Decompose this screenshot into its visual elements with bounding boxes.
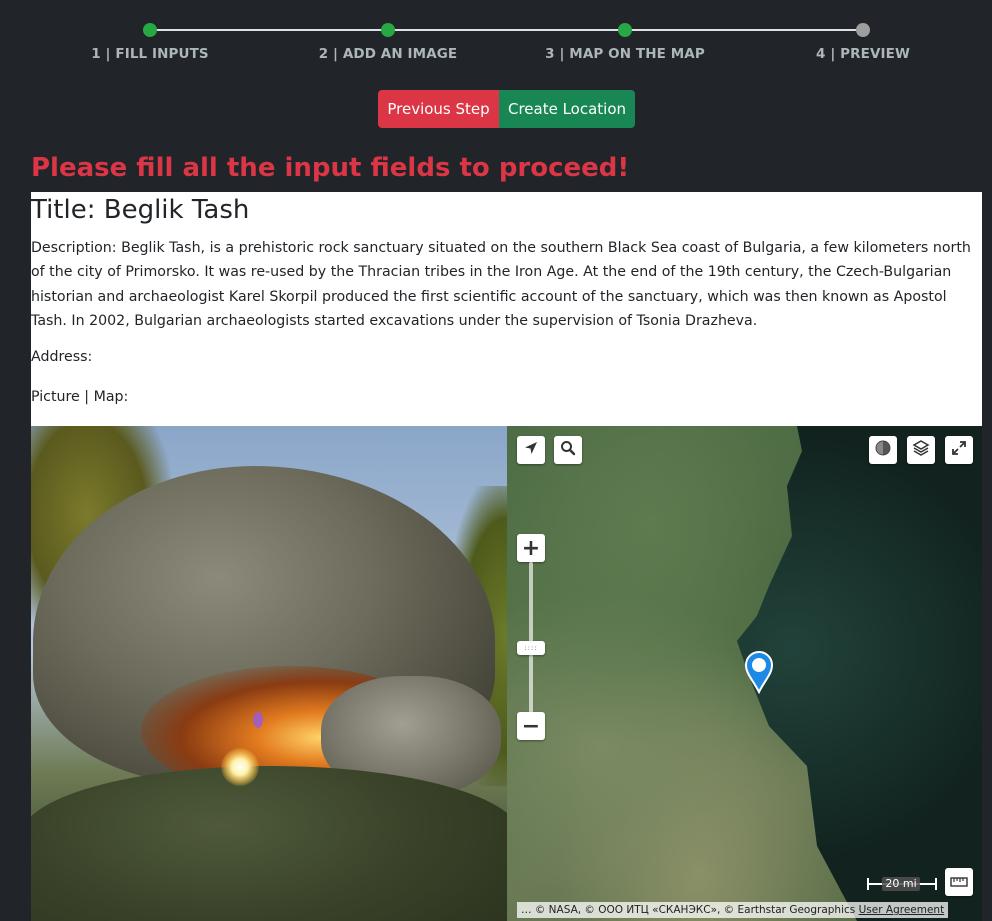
step-2-indicator [381,23,395,37]
basemap-toggle-icon [874,439,892,461]
step-3-label: 3 | MAP ON THE MAP [545,46,705,62]
preview-address: Address: [31,349,93,365]
step-4-indicator [856,23,870,37]
locate-button[interactable] [517,436,545,464]
progress-stepper: 1 | FILL INPUTS 2 | ADD AN IMAGE 3 | MAP… [0,0,992,80]
preview-title: Title: Beglik Tash [31,195,250,225]
step-3-indicator [618,23,632,37]
map-scale-label: 20 mi [882,877,920,891]
photo-sun [221,748,259,786]
validation-error-message: Please fill all the input fields to proc… [31,153,630,183]
step-connector [625,29,863,31]
previous-step-button[interactable]: Previous Step [378,90,499,128]
search-icon [560,440,576,460]
step-1-label: 1 | FILL INPUTS [91,46,209,62]
preview-description: Description: Beglik Tash, is a prehistor… [31,240,971,329]
location-map[interactable]: + :::: − 20 mi … © NASA, © ООО ИТЦ «СКАН… [507,426,982,921]
photo-base-rock [31,766,507,921]
user-agreement-link[interactable]: User Agreement [859,904,945,916]
photo-lens-flare [253,712,263,728]
step-4-label: 4 | PREVIEW [816,46,910,62]
create-location-button[interactable]: Create Location [499,90,635,128]
layers-icon [912,439,930,461]
navigation-arrow-icon [523,440,539,460]
step-connector [388,29,625,31]
location-preview-card: Title: Beglik Tash Description: Beglik T… [31,192,982,426]
ruler-icon [950,873,968,892]
location-photo [31,426,507,921]
map-attribution-text: … © NASA, © ООО ИТЦ «СКАНЭКС», © Earthst… [521,904,856,916]
measure-button[interactable] [945,868,973,896]
zoom-in-button[interactable]: + [517,534,545,562]
map-scale-bar: 20 mi [867,877,937,891]
step-1-indicator [143,23,157,37]
step-connector [150,29,388,31]
location-marker-pin[interactable] [743,650,775,695]
zoom-out-button[interactable]: − [517,712,545,740]
step-2-label: 2 | ADD AN IMAGE [318,46,458,62]
fullscreen-button[interactable] [945,436,973,464]
map-search-button[interactable] [554,436,582,464]
map-attribution: … © NASA, © ООО ИТЦ «СКАНЭКС», © Earthst… [517,902,949,918]
fullscreen-icon [951,440,967,460]
basemap-toggle-button[interactable] [869,436,897,464]
layers-button[interactable] [907,436,935,464]
preview-picture-map-label: Picture | Map: [31,389,129,405]
zoom-slider-handle[interactable]: :::: [517,641,545,655]
